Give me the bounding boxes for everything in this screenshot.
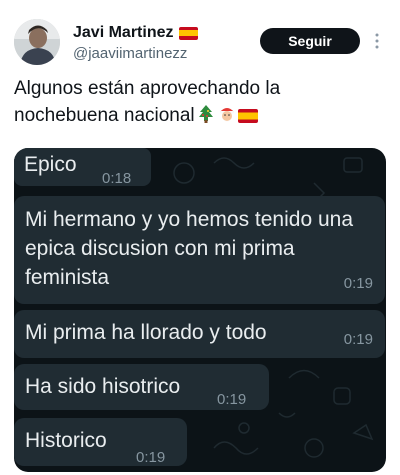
chat-message: Mi prima ha llorado y todo 0:19: [14, 310, 385, 358]
follow-button[interactable]: Seguir: [260, 28, 360, 54]
spain-flag-icon: [179, 26, 199, 40]
message-text: Epico: [24, 153, 77, 176]
chat-message: Mi hermano y yo hemos tenido una epica d…: [14, 196, 385, 304]
christmas-tree-icon: [196, 104, 216, 132]
display-name[interactable]: Javi Martinez: [73, 24, 173, 42]
avatar-image: [14, 19, 60, 65]
message-time: 0:18: [102, 170, 132, 187]
message-text: Ha sido hisotrico: [25, 375, 181, 398]
message-time: 0:19: [343, 331, 373, 348]
avatar[interactable]: [14, 19, 60, 65]
message-text: Historico: [25, 429, 107, 452]
chat-message: Historico 0:19: [14, 418, 187, 466]
message-text: Mi prima ha llorado y todo: [25, 321, 267, 344]
chat-message: Epico 0:18: [14, 148, 151, 187]
more-options-icon[interactable]: [374, 32, 380, 50]
spain-flag-emoji-icon: [237, 105, 258, 132]
tweet-card: Javi Martinez @jaaviimartinezz Seguir Al…: [0, 0, 400, 475]
chat-message: Ha sido hisotrico 0:19: [14, 364, 269, 410]
user-handle[interactable]: @jaaviimartinezz: [73, 45, 187, 62]
tweet-text: Algunos están aprovechando la nochebuena…: [14, 75, 384, 132]
message-time: 0:19: [217, 391, 247, 408]
message-time: 0:19: [343, 275, 373, 292]
santa-face-icon: [217, 104, 237, 132]
message-text: Mi hermano y yo hemos tenido una epica d…: [25, 208, 354, 289]
message-time: 0:19: [136, 449, 166, 466]
name-row: Javi Martinez: [73, 24, 199, 42]
chat-screenshot-image[interactable]: Epico 0:18 Mi hermano y yo hemos tenido …: [14, 148, 386, 472]
